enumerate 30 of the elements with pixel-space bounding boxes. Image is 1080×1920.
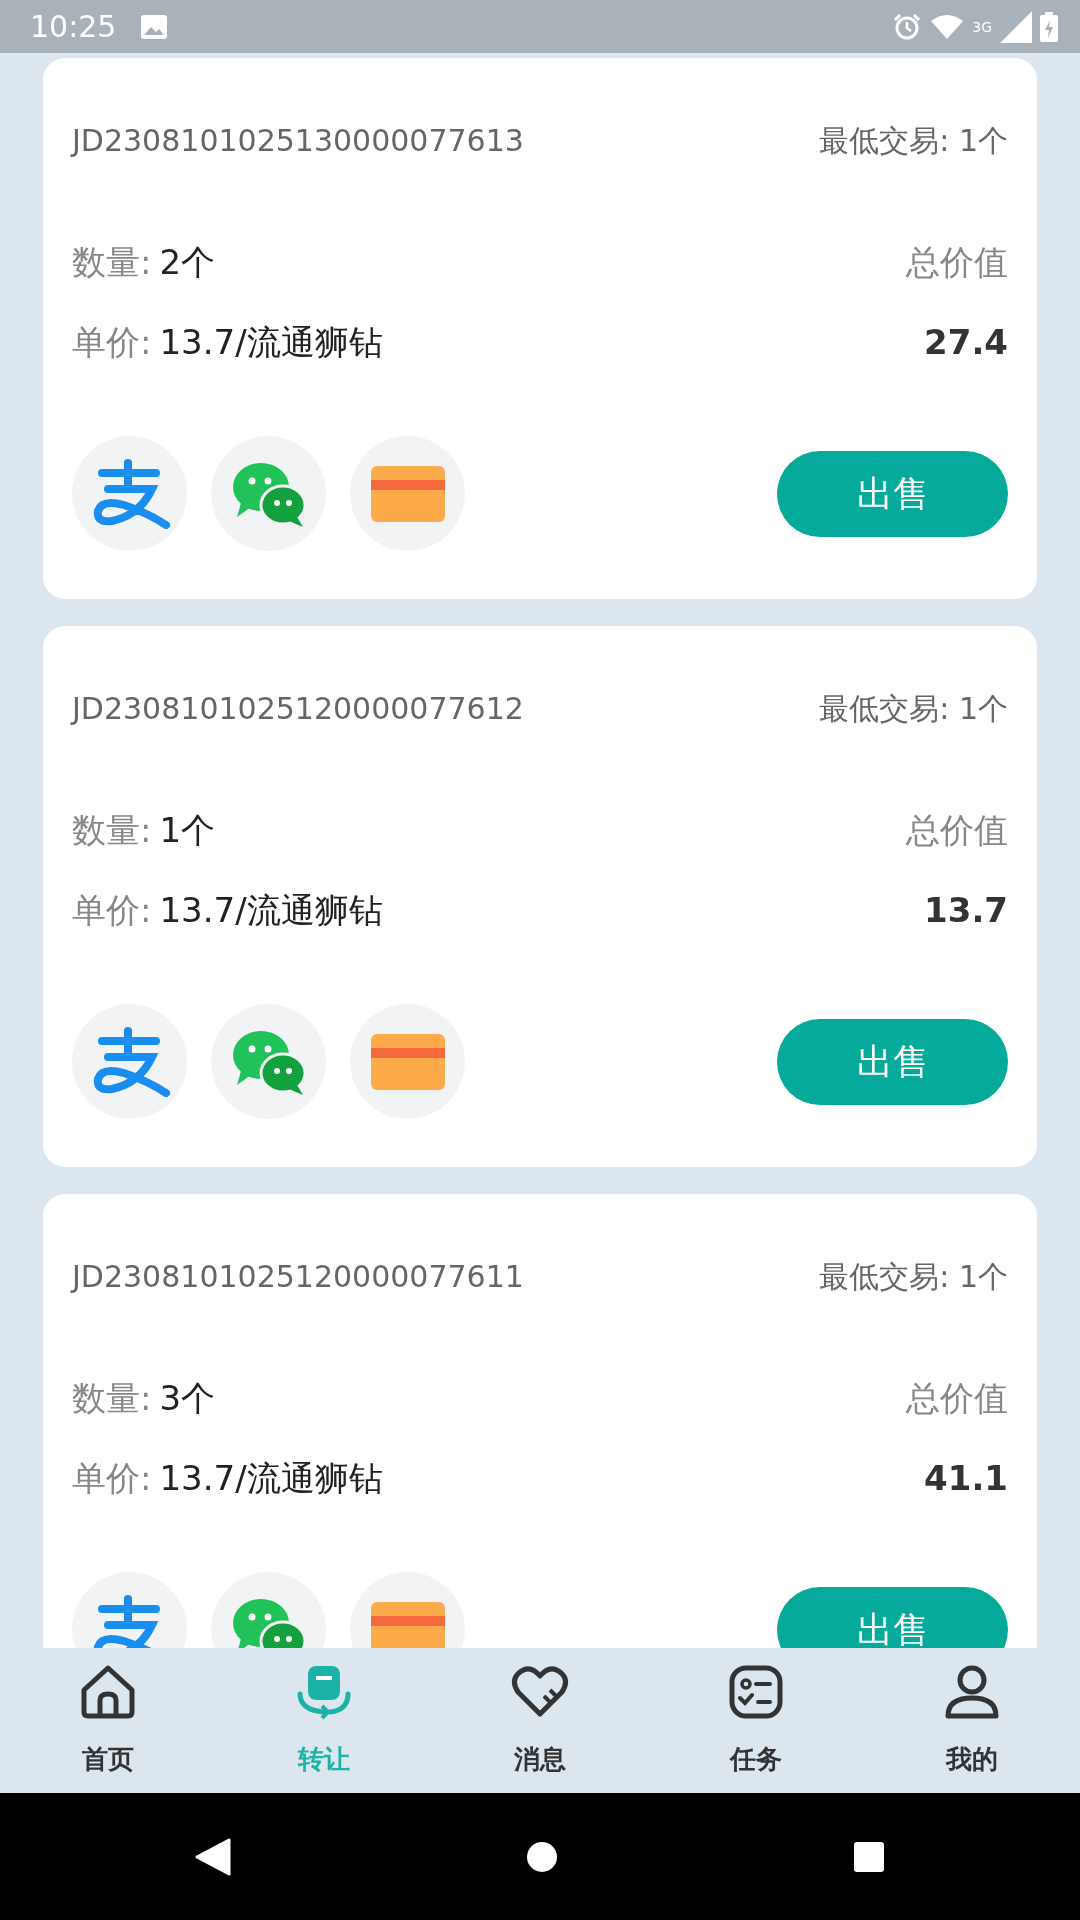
total-value: 27.4	[924, 325, 1008, 359]
quantity-value: 1个	[159, 813, 216, 847]
min-trade-text: 最低交易: 1个	[819, 690, 1008, 728]
price-label: 单价:	[72, 1461, 152, 1495]
total-label: 总价值	[906, 1381, 1008, 1415]
nav-tab[interactable]: 首页	[0, 1661, 216, 1780]
min-trade-text: 最低交易: 1个	[819, 122, 1008, 160]
quantity-value: 3个	[159, 1381, 216, 1415]
nav-tab[interactable]: 消息	[432, 1661, 648, 1780]
order-id: JD2308101025120000077611	[72, 1261, 524, 1292]
order-id: JD2308101025120000077612	[72, 693, 524, 724]
min-trade-text: 最低交易: 1个	[819, 1258, 1008, 1296]
quantity-value: 2个	[159, 245, 216, 279]
unit-price: 13.7/流通狮钻	[159, 325, 383, 359]
quantity-label: 数量:	[72, 813, 152, 847]
nav-tab[interactable]: 我的	[864, 1661, 1080, 1780]
total-label: 总价值	[906, 245, 1008, 279]
price-label: 单价:	[72, 893, 152, 927]
unit-price: 13.7/流通狮钻	[159, 893, 383, 927]
price-label: 单价:	[72, 325, 152, 359]
order-id: JD2308101025130000077613	[72, 125, 524, 156]
nav-tab[interactable]: 任务	[648, 1661, 864, 1780]
quantity-label: 数量:	[72, 245, 152, 279]
unit-price: 13.7/流通狮钻	[159, 1461, 383, 1495]
total-value: 13.7	[924, 893, 1008, 927]
total-label: 总价值	[906, 813, 1008, 847]
clock-time: 10:25	[30, 8, 117, 46]
network-type: 3G	[972, 17, 992, 37]
total-value: 41.1	[924, 1461, 1008, 1495]
quantity-label: 数量:	[72, 1381, 152, 1415]
